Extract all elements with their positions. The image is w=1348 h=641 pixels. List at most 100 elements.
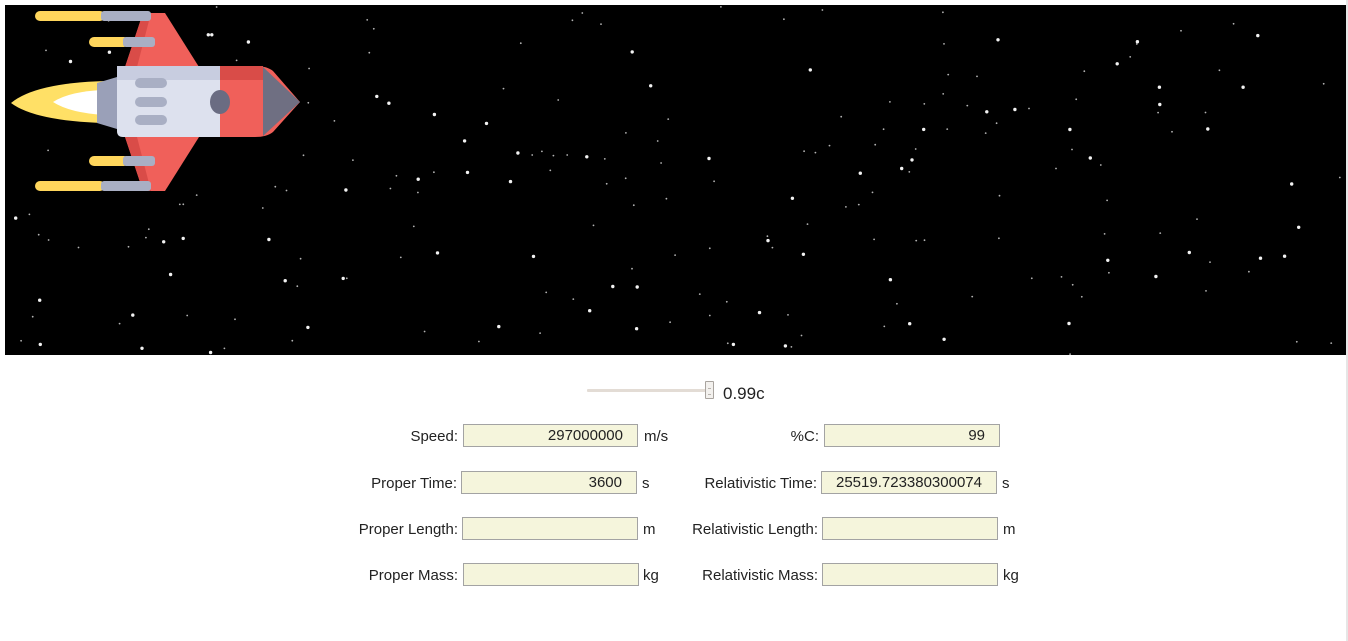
star xyxy=(942,93,945,95)
star xyxy=(435,251,440,255)
star xyxy=(366,19,369,21)
star xyxy=(814,151,817,154)
star xyxy=(186,314,189,317)
star xyxy=(352,159,354,162)
star xyxy=(1232,22,1235,25)
slider-track[interactable] xyxy=(587,389,712,392)
star xyxy=(1180,29,1182,32)
relativistic-mass-field[interactable] xyxy=(822,563,998,586)
star xyxy=(1067,321,1071,326)
star xyxy=(162,240,166,244)
star xyxy=(1071,148,1073,151)
star xyxy=(698,293,701,295)
percent-c-field[interactable]: 99 xyxy=(824,424,1000,447)
star xyxy=(731,342,736,347)
star xyxy=(465,170,470,175)
star xyxy=(423,330,426,333)
star xyxy=(1158,102,1162,107)
star xyxy=(178,203,181,206)
star xyxy=(942,11,944,14)
star xyxy=(871,191,874,194)
star xyxy=(462,139,467,143)
star xyxy=(261,207,264,209)
star xyxy=(1157,111,1159,114)
star xyxy=(660,162,662,164)
proper-length-label: Proper Length: xyxy=(358,521,458,538)
star xyxy=(399,256,402,259)
star xyxy=(28,213,31,216)
star xyxy=(806,223,809,226)
star xyxy=(757,310,762,315)
speed-field[interactable]: 297000000 xyxy=(463,424,638,447)
star xyxy=(600,23,602,25)
star xyxy=(267,237,271,242)
star xyxy=(344,188,348,192)
star xyxy=(984,132,987,134)
star xyxy=(118,322,121,325)
star xyxy=(387,101,391,105)
star xyxy=(531,154,534,156)
star xyxy=(611,284,615,289)
star xyxy=(857,203,860,206)
star xyxy=(1088,156,1093,160)
star xyxy=(632,204,635,207)
relativistic-mass-label: Relativistic Mass: xyxy=(702,567,818,584)
star xyxy=(1068,127,1072,132)
star xyxy=(1071,283,1074,286)
star xyxy=(908,171,911,173)
star xyxy=(307,101,310,104)
proper-mass-unit: kg xyxy=(643,567,659,584)
proper-time-field[interactable]: 3600 xyxy=(461,471,637,494)
star xyxy=(1258,256,1263,260)
star xyxy=(923,239,926,242)
relativistic-length-field[interactable] xyxy=(822,517,998,540)
star xyxy=(1187,250,1192,255)
proper-time-unit: s xyxy=(642,475,650,492)
star xyxy=(127,245,130,248)
star xyxy=(1295,340,1298,343)
star xyxy=(946,128,949,130)
star xyxy=(291,339,294,342)
proper-mass-field[interactable] xyxy=(463,563,639,586)
star xyxy=(372,27,375,30)
star xyxy=(1205,290,1207,292)
star xyxy=(910,158,914,162)
relativistic-time-field[interactable]: 25519.723380300074 xyxy=(821,471,997,494)
relativistic-mass-unit: kg xyxy=(1003,567,1019,584)
slider-value-label: 0.99c xyxy=(723,384,765,403)
speed-slider[interactable]: 0.99c xyxy=(587,380,787,404)
star xyxy=(223,347,226,350)
slider-thumb[interactable] xyxy=(705,381,714,399)
star xyxy=(1083,70,1086,73)
star xyxy=(541,150,543,153)
proper-time-label: Proper Time: xyxy=(371,475,457,492)
star xyxy=(923,103,926,105)
proper-length-field[interactable] xyxy=(462,517,638,540)
star xyxy=(345,277,348,280)
star xyxy=(883,325,886,328)
star xyxy=(649,84,653,88)
star xyxy=(1206,127,1210,131)
star xyxy=(37,233,40,236)
star xyxy=(976,75,978,78)
star xyxy=(947,73,950,76)
star xyxy=(996,38,1000,42)
star xyxy=(531,254,536,259)
star xyxy=(375,94,379,99)
star xyxy=(1129,56,1132,58)
star xyxy=(630,50,634,54)
speed-unit: m/s xyxy=(644,428,669,445)
star xyxy=(1157,85,1162,89)
star xyxy=(341,276,345,281)
star xyxy=(1330,342,1333,344)
star xyxy=(283,279,287,283)
star xyxy=(915,239,918,242)
star xyxy=(208,350,213,355)
star xyxy=(1055,167,1057,170)
star xyxy=(140,346,144,350)
star xyxy=(416,177,420,181)
star xyxy=(808,68,812,72)
star xyxy=(1290,182,1294,186)
star xyxy=(665,197,668,200)
star xyxy=(1171,130,1173,133)
